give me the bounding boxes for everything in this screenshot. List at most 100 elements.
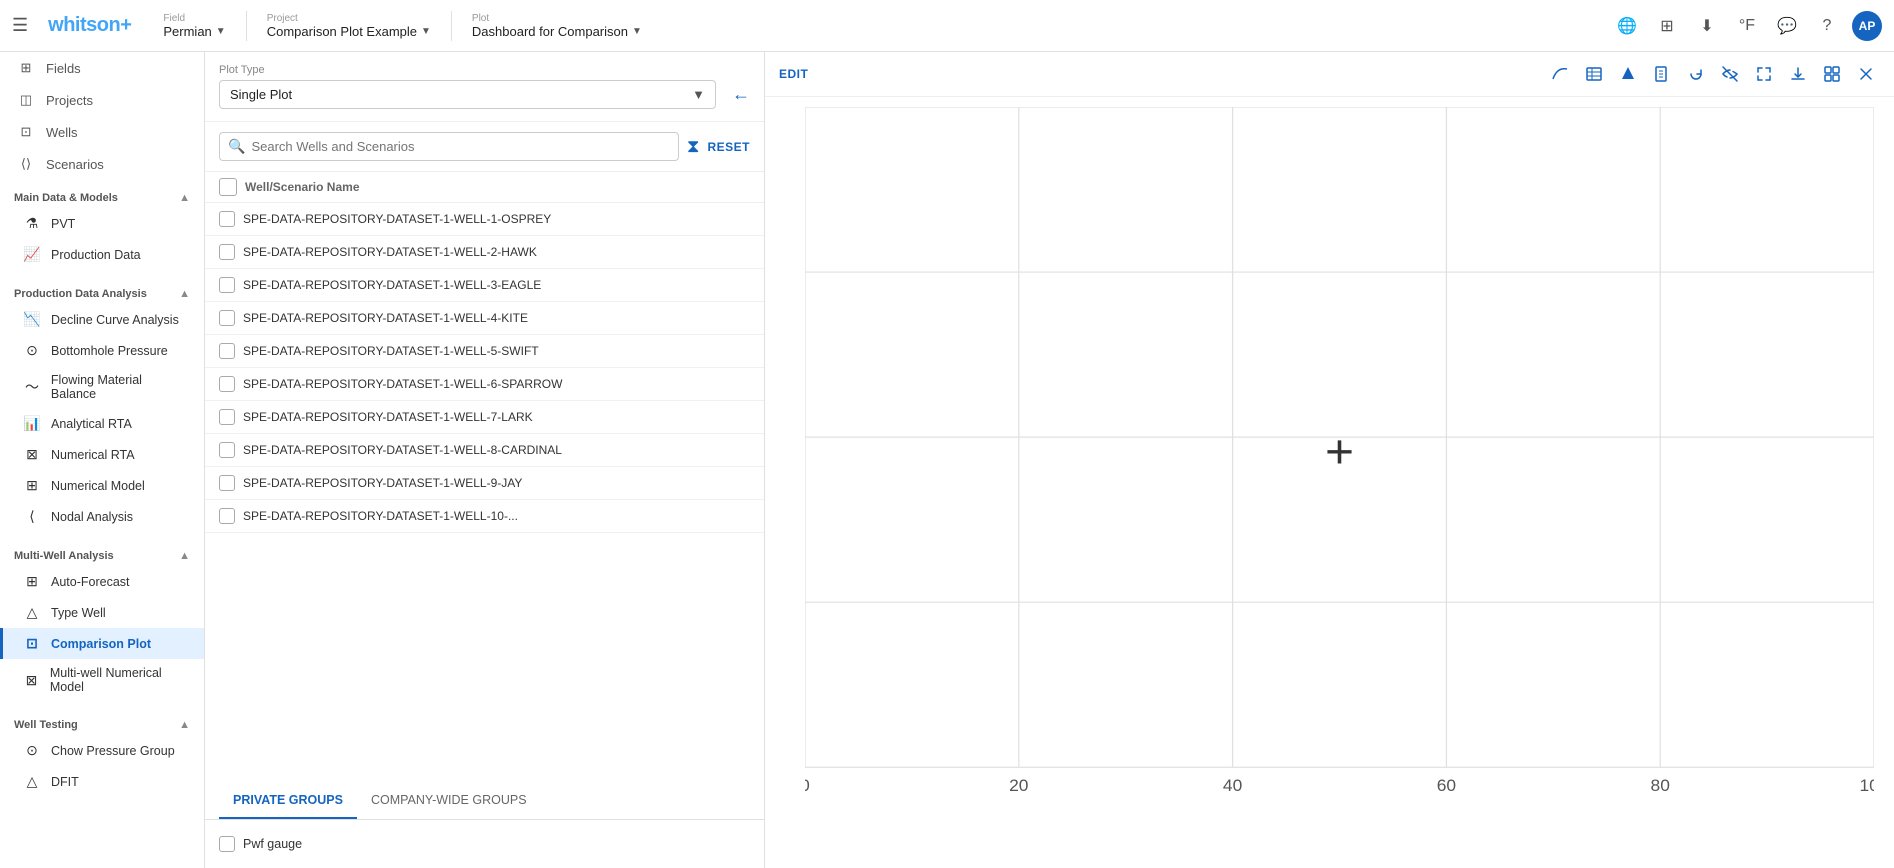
- section-well-testing-title: Well Testing: [14, 719, 78, 731]
- download-icon-btn[interactable]: ⬇: [1692, 11, 1722, 41]
- section-main-data: Main Data & Models ▲ ⚗ PVT 📈 Production …: [0, 180, 204, 276]
- chart-tool-table[interactable]: [1580, 60, 1608, 88]
- fields-icon: ⊞: [16, 60, 36, 76]
- section-multiwell-header[interactable]: Multi-Well Analysis ▲: [0, 544, 204, 566]
- well-list-item[interactable]: SPE-DATA-REPOSITORY-DATASET-1-WELL-7-LAR…: [205, 401, 764, 434]
- chart-tool-download[interactable]: [1784, 60, 1812, 88]
- section-well-testing-header[interactable]: Well Testing ▲: [0, 713, 204, 735]
- sidebar-item-dfit[interactable]: △ DFIT: [0, 766, 204, 797]
- project-selector[interactable]: Project Comparison Plot Example ▼: [267, 13, 431, 39]
- analytical-rta-icon: 📊: [23, 415, 41, 432]
- plot-type-arrow: ▼: [692, 87, 705, 102]
- section-pda-header[interactable]: Production Data Analysis ▲: [0, 282, 204, 304]
- search-box[interactable]: 🔍: [219, 132, 679, 161]
- sidebar-item-type-well[interactable]: △ Type Well: [0, 597, 204, 628]
- chart-tool-expand[interactable]: [1750, 60, 1778, 88]
- help-icon-btn[interactable]: ?: [1812, 11, 1842, 41]
- chart-tool-doc[interactable]: [1648, 60, 1676, 88]
- well-list-header-checkbox[interactable]: [219, 178, 237, 196]
- numerical-rta-icon: ⊠: [23, 446, 41, 463]
- well-checkbox-7[interactable]: [219, 442, 235, 458]
- search-input[interactable]: [251, 139, 669, 154]
- sidebar-wells-label: Wells: [46, 125, 78, 140]
- chart-tool-zoom[interactable]: [1818, 60, 1846, 88]
- sidebar-item-chow-pressure[interactable]: ⊙ Chow Pressure Group: [0, 735, 204, 766]
- sidebar-item-fmb[interactable]: 〜 Flowing Material Balance: [0, 366, 204, 408]
- well-name-0: SPE-DATA-REPOSITORY-DATASET-1-WELL-1-OSP…: [243, 212, 551, 226]
- svg-text:80: 80: [1651, 776, 1670, 794]
- plot-type-dropdown[interactable]: Single Plot ▼: [219, 80, 716, 109]
- well-list-item[interactable]: SPE-DATA-REPOSITORY-DATASET-1-WELL-9-JAY: [205, 467, 764, 500]
- field-selector[interactable]: Field Permian ▼: [163, 13, 225, 39]
- sidebar-item-bhp[interactable]: ⊙ Bottomhole Pressure: [0, 335, 204, 366]
- svg-text:20: 20: [1009, 776, 1028, 794]
- menu-icon[interactable]: ☰: [12, 15, 28, 36]
- reset-button[interactable]: RESET: [707, 140, 750, 154]
- chart-tool-close[interactable]: [1852, 60, 1880, 88]
- well-checkbox-3[interactable]: [219, 310, 235, 326]
- sidebar-item-dca[interactable]: 📉 Decline Curve Analysis: [0, 304, 204, 335]
- well-list-item[interactable]: SPE-DATA-REPOSITORY-DATASET-1-WELL-10-..…: [205, 500, 764, 533]
- dfit-label: DFIT: [51, 775, 79, 789]
- chart-toolbar: EDIT: [765, 52, 1894, 97]
- well-checkbox-4[interactable]: [219, 343, 235, 359]
- well-list-item[interactable]: SPE-DATA-REPOSITORY-DATASET-1-WELL-6-SPA…: [205, 368, 764, 401]
- bhp-icon: ⊙: [23, 342, 41, 359]
- globe-icon-btn[interactable]: 🌐: [1612, 11, 1642, 41]
- grid-icon-btn[interactable]: ⊞: [1652, 11, 1682, 41]
- chat-icon-btn[interactable]: 💬: [1772, 11, 1802, 41]
- tab-private-groups[interactable]: PRIVATE GROUPS: [219, 783, 357, 819]
- temp-icon-btn[interactable]: °F: [1732, 11, 1762, 41]
- avatar[interactable]: AP: [1852, 11, 1882, 41]
- sidebar-item-wells[interactable]: ⊡ Wells: [0, 116, 204, 148]
- sidebar-item-pvt[interactable]: ⚗ PVT: [0, 208, 204, 239]
- well-list-item[interactable]: SPE-DATA-REPOSITORY-DATASET-1-WELL-3-EAG…: [205, 269, 764, 302]
- plot-selector[interactable]: Plot Dashboard for Comparison ▼: [472, 13, 642, 39]
- search-icon: 🔍: [228, 138, 245, 155]
- well-checkbox-9[interactable]: [219, 508, 235, 524]
- chart-tool-refresh[interactable]: [1682, 60, 1710, 88]
- section-main-data-header[interactable]: Main Data & Models ▲: [0, 186, 204, 208]
- well-name-5: SPE-DATA-REPOSITORY-DATASET-1-WELL-6-SPA…: [243, 377, 562, 391]
- sidebar-item-fields[interactable]: ⊞ Fields: [0, 52, 204, 84]
- sidebar-item-scenarios[interactable]: ⟨⟩ Scenarios: [0, 148, 204, 180]
- chart-panel: EDIT: [765, 52, 1894, 868]
- chart-tool-eye-off[interactable]: [1716, 60, 1744, 88]
- sidebar-item-production-data[interactable]: 📈 Production Data: [0, 239, 204, 270]
- chart-tool-curve[interactable]: [1546, 60, 1574, 88]
- chart-edit-button[interactable]: EDIT: [779, 67, 808, 81]
- sidebar-item-auto-forecast[interactable]: ⊞ Auto-Forecast: [0, 566, 204, 597]
- back-button[interactable]: ←: [732, 84, 750, 105]
- well-checkbox-2[interactable]: [219, 277, 235, 293]
- field-label: Field: [163, 13, 225, 24]
- tab-company-groups[interactable]: COMPANY-WIDE GROUPS: [357, 783, 541, 819]
- group-checkbox-0[interactable]: [219, 836, 235, 852]
- well-checkbox-6[interactable]: [219, 409, 235, 425]
- sidebar-item-numerical-model[interactable]: ⊞ Numerical Model: [0, 470, 204, 501]
- well-list-item[interactable]: SPE-DATA-REPOSITORY-DATASET-1-WELL-5-SWI…: [205, 335, 764, 368]
- well-checkbox-5[interactable]: [219, 376, 235, 392]
- filter-icon[interactable]: ⧗: [687, 136, 700, 157]
- field-value[interactable]: Permian ▼: [163, 24, 225, 39]
- sidebar-item-multiwell-numerical[interactable]: ⊠ Multi-well Numerical Model: [0, 659, 204, 701]
- project-value[interactable]: Comparison Plot Example ▼: [267, 24, 431, 39]
- plot-value[interactable]: Dashboard for Comparison ▼: [472, 24, 642, 39]
- nodal-analysis-icon: ⟨: [23, 508, 41, 525]
- well-list-item[interactable]: SPE-DATA-REPOSITORY-DATASET-1-WELL-8-CAR…: [205, 434, 764, 467]
- logo-plus: +: [120, 14, 131, 36]
- sidebar-item-nodal-analysis[interactable]: ⟨ Nodal Analysis: [0, 501, 204, 532]
- well-list-item[interactable]: SPE-DATA-REPOSITORY-DATASET-1-WELL-2-HAW…: [205, 236, 764, 269]
- type-well-label: Type Well: [51, 606, 106, 620]
- sidebar-item-comparison-plot[interactable]: ⊡ Comparison Plot: [0, 628, 204, 659]
- well-checkbox-1[interactable]: [219, 244, 235, 260]
- group-item[interactable]: Pwf gauge: [219, 830, 750, 858]
- well-list-item[interactable]: SPE-DATA-REPOSITORY-DATASET-1-WELL-1-OSP…: [205, 203, 764, 236]
- sidebar-item-numerical-rta[interactable]: ⊠ Numerical RTA: [0, 439, 204, 470]
- sidebar-item-analytical-rta[interactable]: 📊 Analytical RTA: [0, 408, 204, 439]
- well-checkbox-8[interactable]: [219, 475, 235, 491]
- chart-tool-fill[interactable]: [1614, 60, 1642, 88]
- well-checkbox-0[interactable]: [219, 211, 235, 227]
- sidebar-item-projects[interactable]: ◫ Projects: [0, 84, 204, 116]
- well-list-item[interactable]: SPE-DATA-REPOSITORY-DATASET-1-WELL-4-KIT…: [205, 302, 764, 335]
- logo-text: whitson: [48, 14, 120, 36]
